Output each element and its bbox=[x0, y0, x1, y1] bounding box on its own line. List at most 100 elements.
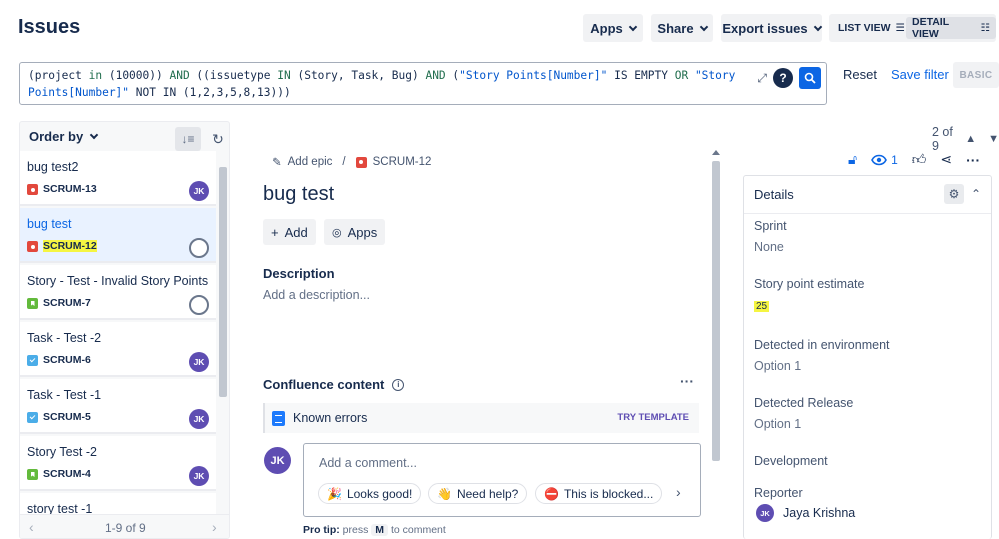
avatar: JK bbox=[189, 352, 209, 372]
list-view-button[interactable]: LIST VIEW ☰ bbox=[832, 17, 911, 39]
issue-apps-label: Apps bbox=[347, 224, 378, 240]
field-label: Story point estimate bbox=[754, 277, 865, 291]
next-page-icon[interactable]: › bbox=[212, 519, 217, 535]
chevron-up-icon[interactable]: ▲ bbox=[965, 133, 976, 145]
list-scrollbar[interactable] bbox=[217, 162, 228, 512]
detail-view-icon: ☷ bbox=[980, 22, 990, 34]
try-template-link[interactable]: TRY TEMPLATE bbox=[617, 412, 689, 423]
detail-scrollbar[interactable] bbox=[710, 150, 722, 539]
comment-box[interactable]: Add a comment... 🎉 Looks good! 👋 Need help?… bbox=[303, 443, 701, 517]
reporter-name[interactable]: Jaya Krishna bbox=[783, 506, 855, 520]
field-value-text: Option 1 bbox=[754, 417, 802, 431]
refresh-icon: ↻ bbox=[212, 130, 224, 147]
jql-editor[interactable]: (project in (10000)) AND ((issuetype IN … bbox=[19, 62, 827, 105]
share-label: Share bbox=[657, 20, 694, 36]
quick-reply-chip[interactable]: 👋 Need help? bbox=[428, 483, 528, 504]
document-icon bbox=[272, 410, 285, 426]
field-label: Detected Release bbox=[754, 396, 854, 410]
reset-button[interactable]: Reset bbox=[843, 67, 877, 82]
avatar: JK bbox=[264, 447, 291, 474]
apps-button[interactable]: Apps bbox=[583, 14, 643, 42]
jql-token: (project bbox=[28, 69, 89, 82]
watch-button[interactable]: 1 bbox=[871, 153, 898, 167]
sort-direction-button[interactable]: ↓≡ bbox=[175, 127, 201, 151]
scroll-up-icon[interactable] bbox=[712, 150, 720, 155]
export-label: Export issues bbox=[722, 20, 808, 36]
confluence-heading: Confluence content i bbox=[263, 377, 405, 392]
more-icon[interactable]: ··· bbox=[966, 152, 980, 168]
chevron-down-icon[interactable]: ▼ bbox=[988, 133, 999, 145]
issue-apps-button[interactable]: ◎ Apps bbox=[324, 219, 386, 245]
chevron-right-icon[interactable]: › bbox=[676, 484, 681, 500]
chevron-down-icon bbox=[699, 22, 708, 31]
add-epic-link[interactable]: Add epic bbox=[288, 156, 333, 168]
detail-view-button[interactable]: DETAIL VIEW ☷ bbox=[906, 16, 996, 40]
eye-icon bbox=[871, 154, 887, 165]
help-icon[interactable]: ? bbox=[773, 68, 793, 88]
issue-position: 2 of 9 ▲ ▼ bbox=[932, 125, 999, 153]
detail-view-label: DETAIL VIEW bbox=[912, 16, 949, 40]
avatar: JK bbox=[189, 409, 209, 429]
order-by-button[interactable]: Order by bbox=[29, 129, 99, 144]
breadcrumb: ✎ Add epic / SCRUM-12 bbox=[272, 155, 431, 169]
list-icon: ☰ bbox=[895, 22, 905, 34]
list-item[interactable]: bug test SCRUM-12 bbox=[20, 208, 216, 263]
list-scrollbar-thumb[interactable] bbox=[219, 167, 227, 397]
field-value[interactable]: Option 1 bbox=[754, 417, 801, 431]
chip-label: Looks good! bbox=[346, 486, 413, 501]
bug-icon bbox=[27, 184, 38, 195]
jql-token: in bbox=[88, 69, 103, 82]
comment-input[interactable]: Add a comment... bbox=[319, 456, 417, 470]
jql-query-text[interactable]: (project in (10000)) AND ((issuetype IN … bbox=[28, 67, 758, 101]
basic-mode-button[interactable]: BASIC bbox=[953, 62, 999, 88]
pro-tip-text-a: press bbox=[342, 524, 369, 536]
jql-token bbox=[688, 69, 695, 82]
issue-title[interactable]: bug test bbox=[263, 183, 334, 206]
info-icon[interactable]: i bbox=[392, 378, 405, 391]
list-view-label: LIST VIEW bbox=[838, 22, 891, 34]
view-toggle: LIST VIEW ☰ DETAIL VIEW ☷ bbox=[829, 14, 996, 42]
detail-scrollbar-thumb[interactable] bbox=[712, 161, 720, 461]
known-errors-row[interactable]: Known errors TRY TEMPLATE bbox=[263, 403, 699, 433]
like-icon[interactable]: 👍︎ bbox=[912, 151, 927, 168]
list-item-title: Task - Test -1 bbox=[27, 388, 102, 402]
story-icon bbox=[27, 469, 38, 480]
list-item[interactable]: Task - Test -1 SCRUM-5 JK bbox=[20, 379, 216, 434]
expand-icon[interactable]: ⤢ bbox=[757, 71, 767, 86]
jql-token: IS EMPTY bbox=[607, 69, 675, 82]
field-label: Sprint bbox=[754, 219, 787, 233]
issue-key-link[interactable]: SCRUM-12 bbox=[373, 156, 432, 168]
quick-reply-chip[interactable]: 🎉 Looks good! bbox=[318, 483, 422, 504]
gear-icon[interactable]: ⚙ bbox=[944, 184, 964, 204]
export-issues-button[interactable]: Export issues bbox=[721, 14, 822, 42]
position-text: 2 of 9 bbox=[932, 125, 953, 153]
list-item[interactable]: Story - Test - Invalid Story Points SCRUM… bbox=[20, 265, 216, 320]
pencil-icon: ✎ bbox=[272, 157, 282, 169]
chip-label: This is blocked... bbox=[563, 486, 654, 501]
lock-icon[interactable]: 🔓︎ bbox=[848, 151, 857, 168]
add-label: Add bbox=[284, 224, 308, 240]
field-value[interactable]: None bbox=[754, 240, 784, 254]
share-button[interactable]: Share bbox=[651, 14, 713, 42]
chevron-up-icon[interactable]: ⌃ bbox=[971, 187, 981, 201]
prev-page-icon[interactable]: ‹ bbox=[29, 519, 34, 535]
search-button[interactable] bbox=[799, 67, 821, 89]
list-item[interactable]: Task - Test -2 SCRUM-6 JK bbox=[20, 322, 216, 377]
chip-label: Need help? bbox=[456, 486, 519, 501]
save-filter-button[interactable]: Save filter bbox=[891, 67, 949, 82]
field-value[interactable]: 25 bbox=[754, 298, 770, 312]
pro-tip-text-b: to comment bbox=[390, 524, 446, 536]
emoji-icon: 👋 bbox=[437, 486, 452, 501]
field-value[interactable]: Option 1 bbox=[754, 359, 801, 373]
more-icon[interactable]: ··· bbox=[680, 373, 694, 389]
add-button[interactable]: + Add bbox=[263, 219, 316, 245]
list-item[interactable]: bug test2 SCRUM-13 JK bbox=[20, 151, 216, 206]
quick-reply-chip[interactable]: ⛔ This is blocked... bbox=[535, 483, 663, 504]
share-icon[interactable]: ⋖ bbox=[940, 151, 952, 168]
description-field[interactable]: Add a description... bbox=[263, 288, 370, 302]
bug-icon bbox=[27, 241, 38, 252]
list-item-key: SCRUM-12 bbox=[43, 240, 97, 252]
divider bbox=[744, 213, 991, 214]
list-item[interactable]: Story Test -2 SCRUM-4 JK bbox=[20, 436, 216, 491]
refresh-button[interactable]: ↻ bbox=[208, 127, 228, 151]
